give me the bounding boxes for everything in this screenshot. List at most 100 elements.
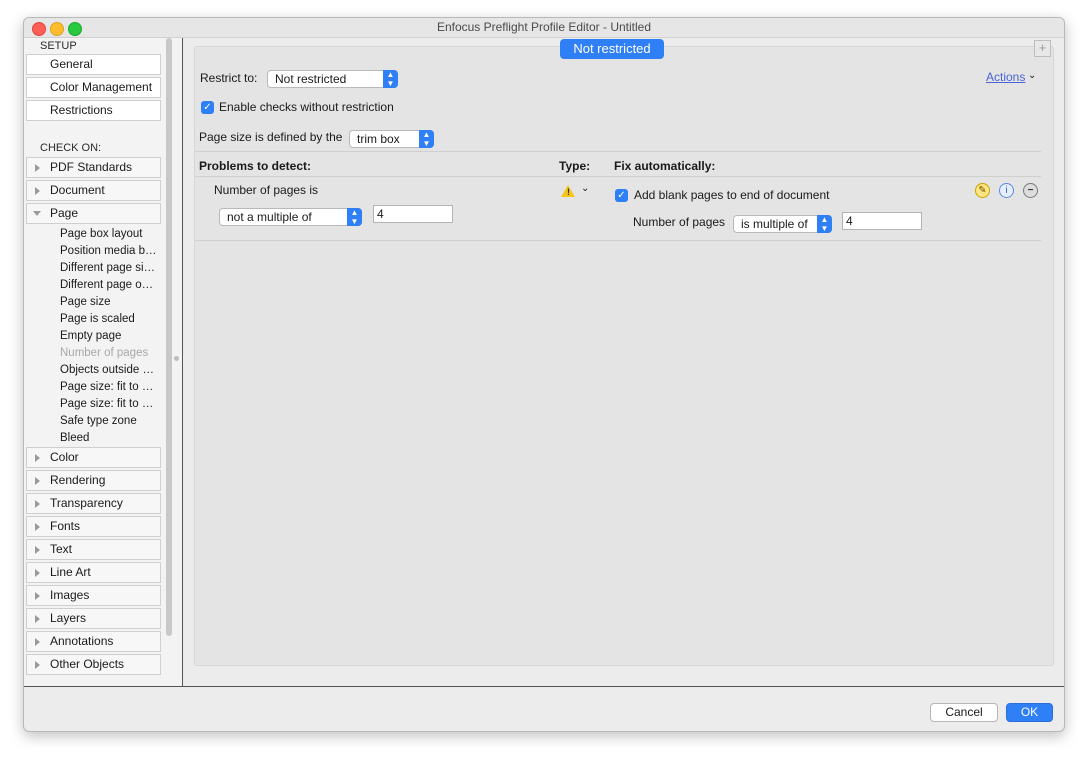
sidebar-group-images[interactable]: Images [26,585,161,606]
sidebar-scrollbar[interactable] [166,38,172,636]
sidebar-item-color-management[interactable]: Color Management [26,77,161,98]
sidebar-divider [182,38,183,686]
check-label: Number of pages is [214,183,319,197]
sidebar-group-transparency[interactable]: Transparency [26,493,161,514]
sidebar-group-layers[interactable]: Layers [26,608,161,629]
setup-heading: SETUP [40,40,77,52]
sidebar-subitem-page-size[interactable]: Page size [60,296,111,308]
enable-checks-checkbox[interactable]: ✓ [201,101,214,114]
sidebar-subitem-safe-type-zone[interactable]: Safe type zone [60,415,137,427]
sidebar-group-label: Images [50,588,90,602]
sidebar-subitem-different-page-orientation[interactable]: Different page o… [60,279,153,291]
disclosure-triangle-icon[interactable] [35,615,40,623]
splitter-grip-icon[interactable] [174,356,179,361]
sidebar-group-label: Document [50,183,105,197]
sidebar-subitem-different-page-size[interactable]: Different page si… [60,262,155,274]
restriction-status-pill[interactable]: Not restricted [560,39,664,59]
add-blank-pages-label: Add blank pages to end of document [634,188,830,202]
sidebar-subitem-position-media-box[interactable]: Position media b… [60,245,157,257]
disclosure-triangle-expanded-icon[interactable] [33,211,41,216]
popup-arrows-icon: ▲ ▼ [419,130,434,148]
info-icon[interactable]: i [999,183,1014,198]
zoom-window-button[interactable] [68,22,82,36]
disclosure-triangle-icon[interactable] [35,477,40,485]
sidebar-subitem-page-box-layout[interactable]: Page box layout [60,228,142,240]
type-chevron-down-icon[interactable]: ⌄ [581,183,589,194]
page-size-box-select[interactable]: trim box ▲ ▼ [349,130,434,148]
disclosure-triangle-icon[interactable] [35,454,40,462]
restrict-to-value: Not restricted [275,72,347,86]
sidebar-group-label: Other Objects [50,657,125,671]
sidebar-group-label: Fonts [50,519,81,533]
sidebar: SETUP General Color Management Restricti… [24,38,182,686]
check-condition-value: not a multiple of [227,210,312,224]
disclosure-triangle-icon[interactable] [35,187,40,195]
sidebar-subitem-page-size-fit-2[interactable]: Page size: fit to … [60,398,153,410]
disclosure-triangle-icon[interactable] [35,569,40,577]
cancel-button[interactable]: Cancel [930,703,998,722]
disclosure-triangle-icon[interactable] [35,661,40,669]
sidebar-group-label: Rendering [50,473,106,487]
sidebar-item-general[interactable]: General [26,54,161,75]
type-column-header: Type: [559,159,591,173]
window-title: Enfocus Preflight Profile Editor - Untit… [436,20,652,34]
popup-arrows-icon: ▲ ▼ [383,70,398,88]
actions-label: Actions [986,70,1026,84]
sidebar-group-label: Transparency [50,496,123,510]
sidebar-subitem-page-is-scaled[interactable]: Page is scaled [60,313,135,325]
sidebar-group-text[interactable]: Text [26,539,161,560]
sidebar-group-label: Layers [50,611,87,625]
edit-pencil-icon[interactable]: ✎ [975,183,990,198]
sidebar-group-annotations[interactable]: Annotations [26,631,161,652]
check-on-heading: CHECK ON: [40,142,102,154]
restrict-to-select[interactable]: Not restricted ▲ ▼ [267,70,398,88]
disclosure-triangle-icon[interactable] [35,164,40,172]
add-blank-pages-checkbox[interactable]: ✓ [615,189,628,202]
fix-column-header: Fix automatically: [614,159,716,173]
fix-value-input[interactable]: 4 [842,212,922,230]
sidebar-item-restrictions[interactable]: Restrictions [26,100,161,121]
remove-minus-icon[interactable]: − [1023,183,1038,198]
warning-exclamation-icon: ! [567,187,570,197]
actions-menu-link[interactable]: Actions [986,70,1025,84]
disclosure-triangle-icon[interactable] [35,638,40,646]
sidebar-group-pdf-standards[interactable]: PDF Standards [26,157,161,178]
collapse-panel-icon[interactable]: + [1034,40,1051,57]
disclosure-triangle-icon[interactable] [35,546,40,554]
close-window-button[interactable] [32,22,46,36]
title-bar: Enfocus Preflight Profile Editor - Untit… [24,18,1064,38]
sidebar-group-label: Color [50,450,79,464]
disclosure-triangle-icon[interactable] [35,592,40,600]
sidebar-group-fonts[interactable]: Fonts [26,516,161,537]
page-size-label: Page size is defined by the [199,130,343,144]
sidebar-group-line-art[interactable]: Line Art [26,562,161,583]
sidebar-group-page[interactable]: Page [26,203,161,224]
fix-condition-value: is multiple of [741,217,808,231]
sidebar-subitem-page-size-fit-1[interactable]: Page size: fit to … [60,381,153,393]
sidebar-group-label: Annotations [50,634,114,648]
popup-arrows-icon: ▲ ▼ [347,208,362,226]
minimize-window-button[interactable] [50,22,64,36]
sidebar-subitem-objects-outside[interactable]: Objects outside … [60,364,154,376]
check-value-input[interactable]: 4 [373,205,453,223]
fix-pages-label: Number of pages [633,215,726,229]
chevron-down-icon[interactable]: ⌄ [1028,70,1036,81]
footer-divider [24,686,1064,687]
sidebar-group-color[interactable]: Color [26,447,161,468]
disclosure-triangle-icon[interactable] [35,523,40,531]
sidebar-group-label: Line Art [50,565,91,579]
fix-condition-select[interactable]: is multiple of ▲ ▼ [733,215,832,233]
popup-arrows-icon: ▲ ▼ [817,215,832,233]
sidebar-subitem-bleed[interactable]: Bleed [60,432,89,444]
sidebar-group-label: Page [50,206,79,220]
ok-button[interactable]: OK [1006,703,1053,722]
enable-checks-label: Enable checks without restriction [219,100,394,114]
sidebar-group-rendering[interactable]: Rendering [26,470,161,491]
problems-column-header: Problems to detect: [199,159,312,173]
sidebar-group-document[interactable]: Document [26,180,161,201]
sidebar-subitem-empty-page[interactable]: Empty page [60,330,121,342]
sidebar-group-other-objects[interactable]: Other Objects [26,654,161,675]
disclosure-triangle-icon[interactable] [35,500,40,508]
check-condition-select[interactable]: not a multiple of ▲ ▼ [219,208,362,226]
sidebar-subitem-number-of-pages-selected[interactable]: Number of pages [60,347,148,359]
